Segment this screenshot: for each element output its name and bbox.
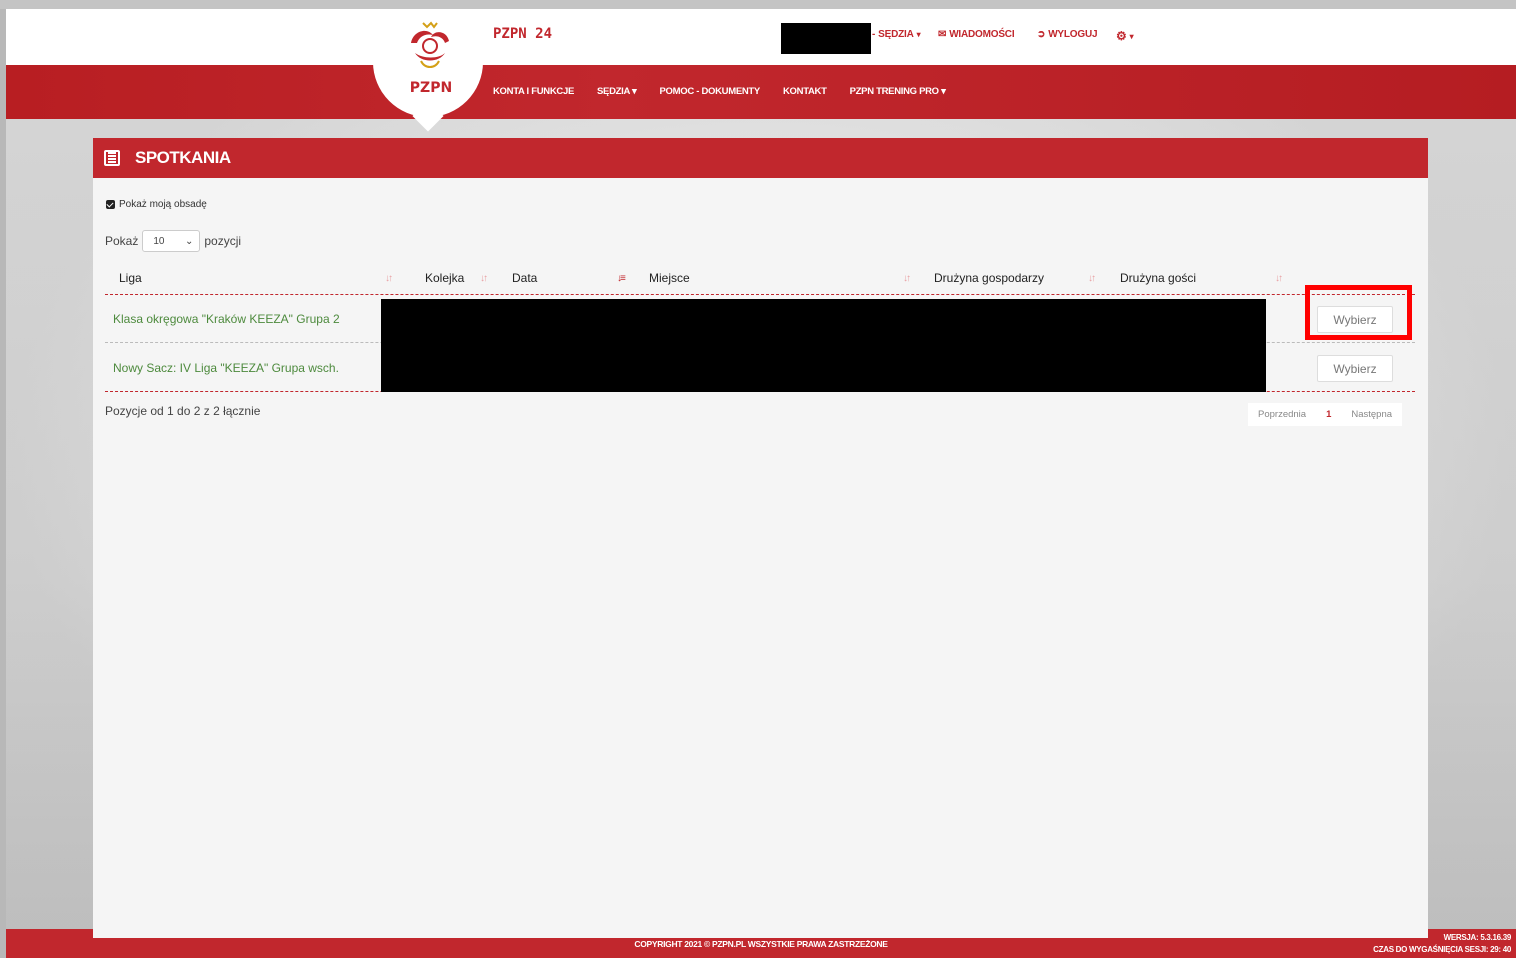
topnav-sedzia-label: SĘDZIA — [878, 29, 914, 40]
dash-separator: - — [872, 29, 876, 40]
col-miejsce[interactable]: Miejsce — [649, 271, 690, 285]
page-length-value: 10 — [153, 235, 165, 247]
col-data[interactable]: Data — [512, 271, 537, 285]
settings-menu[interactable]: ⚙ ▾ — [1116, 29, 1134, 43]
copyright-text: COPYRIGHT 2021 © PZPN.PL WSZYSTKIE PRAWA… — [634, 939, 888, 949]
col-kolejka[interactable]: Kolejka — [425, 271, 464, 285]
show-prefix: Pokaż — [105, 234, 139, 248]
col-druzyna-gospodarzy[interactable]: Drużyna gospodarzy — [934, 271, 1044, 285]
pager-prev[interactable]: Poprzednia — [1248, 403, 1316, 426]
matches-panel: SPOTKANIA Pokaż moją obsadę Pokaż 10 ⌄ p… — [93, 138, 1428, 938]
caret-down-icon: ▾ — [916, 30, 921, 39]
screen-top-strip — [0, 0, 1516, 9]
nav-pzpn-trening-pro[interactable]: PZPN TRENING PRO ▾ — [850, 86, 946, 97]
league-link[interactable]: Klasa okręgowa "Kraków KEEZA" Grupa 2 — [113, 312, 340, 326]
list-icon — [104, 150, 120, 166]
nav-pomoc-dokumenty[interactable]: POMOC - DOKUMENTY — [660, 86, 761, 97]
logo-text: PZPN — [409, 80, 453, 96]
session-timer: CZAS DO WYGAŚNIĘCIA SESJI: 29: 40 — [1373, 945, 1511, 954]
nav-kontakt[interactable]: KONTAKT — [783, 86, 827, 97]
app-title[interactable]: PZPN 24 — [493, 26, 552, 42]
highlight-box — [1305, 285, 1412, 340]
nav-sedzia[interactable]: SĘDZIA ▾ — [597, 86, 637, 97]
show-my-assignment-checkbox[interactable]: Pokaż moją obsadę — [106, 199, 207, 210]
pzpn-eagle-logo-icon[interactable] — [403, 19, 457, 79]
pager-current[interactable]: 1 — [1316, 403, 1341, 426]
sort-icon[interactable]: ↓↑ — [1275, 273, 1283, 284]
topnav-wyloguj-label: WYLOGUJ — [1048, 29, 1098, 40]
pager-next[interactable]: Następna — [1341, 403, 1402, 426]
topnav-wiadomosci[interactable]: ✉ WIADOMOŚCI — [938, 29, 1015, 40]
nav-konta-i-funkcje[interactable]: KONTA I FUNKCJE — [493, 86, 574, 97]
table-header: Liga ↓↑ Kolejka ↓↑ Data ↓≡ Miejsce ↓↑ Dr… — [105, 265, 1415, 295]
redacted-username — [781, 23, 871, 54]
sort-icon[interactable]: ↓↑ — [903, 273, 911, 284]
caret-down-icon: ▾ — [941, 86, 946, 97]
sort-icon[interactable]: ↓↑ — [385, 273, 393, 284]
topnav-wiadomosci-label: WIADOMOŚCI — [949, 29, 1015, 40]
sort-icon[interactable]: ↓↑ — [1088, 273, 1096, 284]
panel-title: SPOTKANIA — [135, 148, 231, 167]
checkbox-label: Pokaż moją obsadę — [119, 199, 207, 210]
page-length-control: Pokaż 10 ⌄ pozycji — [105, 230, 241, 252]
panel-header: SPOTKANIA — [93, 138, 1428, 178]
checkbox-checked-icon[interactable] — [106, 200, 115, 209]
caret-down-icon: ▾ — [632, 86, 637, 97]
pagination: Poprzednia 1 Następna — [1248, 403, 1403, 426]
page-length-select[interactable]: 10 ⌄ — [142, 230, 201, 252]
logout-icon: ➲ — [1037, 29, 1046, 40]
sort-desc-icon[interactable]: ↓≡ — [617, 273, 626, 284]
select-button[interactable]: Wybierz — [1317, 355, 1393, 382]
sort-icon[interactable]: ↓↑ — [480, 273, 488, 284]
gear-icon: ⚙ — [1116, 29, 1127, 43]
table-info: Pozycje od 1 do 2 z 2 łącznie — [105, 404, 261, 418]
caret-down-icon: ▾ — [1129, 31, 1134, 41]
browser-viewport: PZPN PZPN 24 - SĘDZIA ▾ ✉ WIADOMOŚCI ➲ W… — [6, 9, 1516, 958]
redacted-match-details — [381, 299, 1266, 392]
header-top-bar — [6, 9, 1516, 65]
show-suffix: pozycji — [204, 234, 242, 248]
chevron-down-icon: ⌄ — [184, 235, 194, 247]
league-link[interactable]: Nowy Sacz: IV Liga "KEEZA" Grupa wsch. — [113, 361, 339, 375]
nav-trening-label: PZPN TRENING PRO — [849, 86, 939, 97]
topnav-sedzia[interactable]: - SĘDZIA ▾ — [872, 29, 921, 40]
envelope-icon: ✉ — [938, 29, 947, 40]
main-nav: KONTA I FUNKCJE SĘDZIA ▾ POMOC - DOKUMEN… — [493, 86, 969, 97]
topnav-wyloguj[interactable]: ➲ WYLOGUJ — [1037, 29, 1098, 40]
col-druzyna-gosci[interactable]: Drużyna gości — [1120, 271, 1196, 285]
col-liga[interactable]: Liga — [119, 271, 142, 285]
nav-sedzia-label: SĘDZIA — [597, 86, 630, 97]
